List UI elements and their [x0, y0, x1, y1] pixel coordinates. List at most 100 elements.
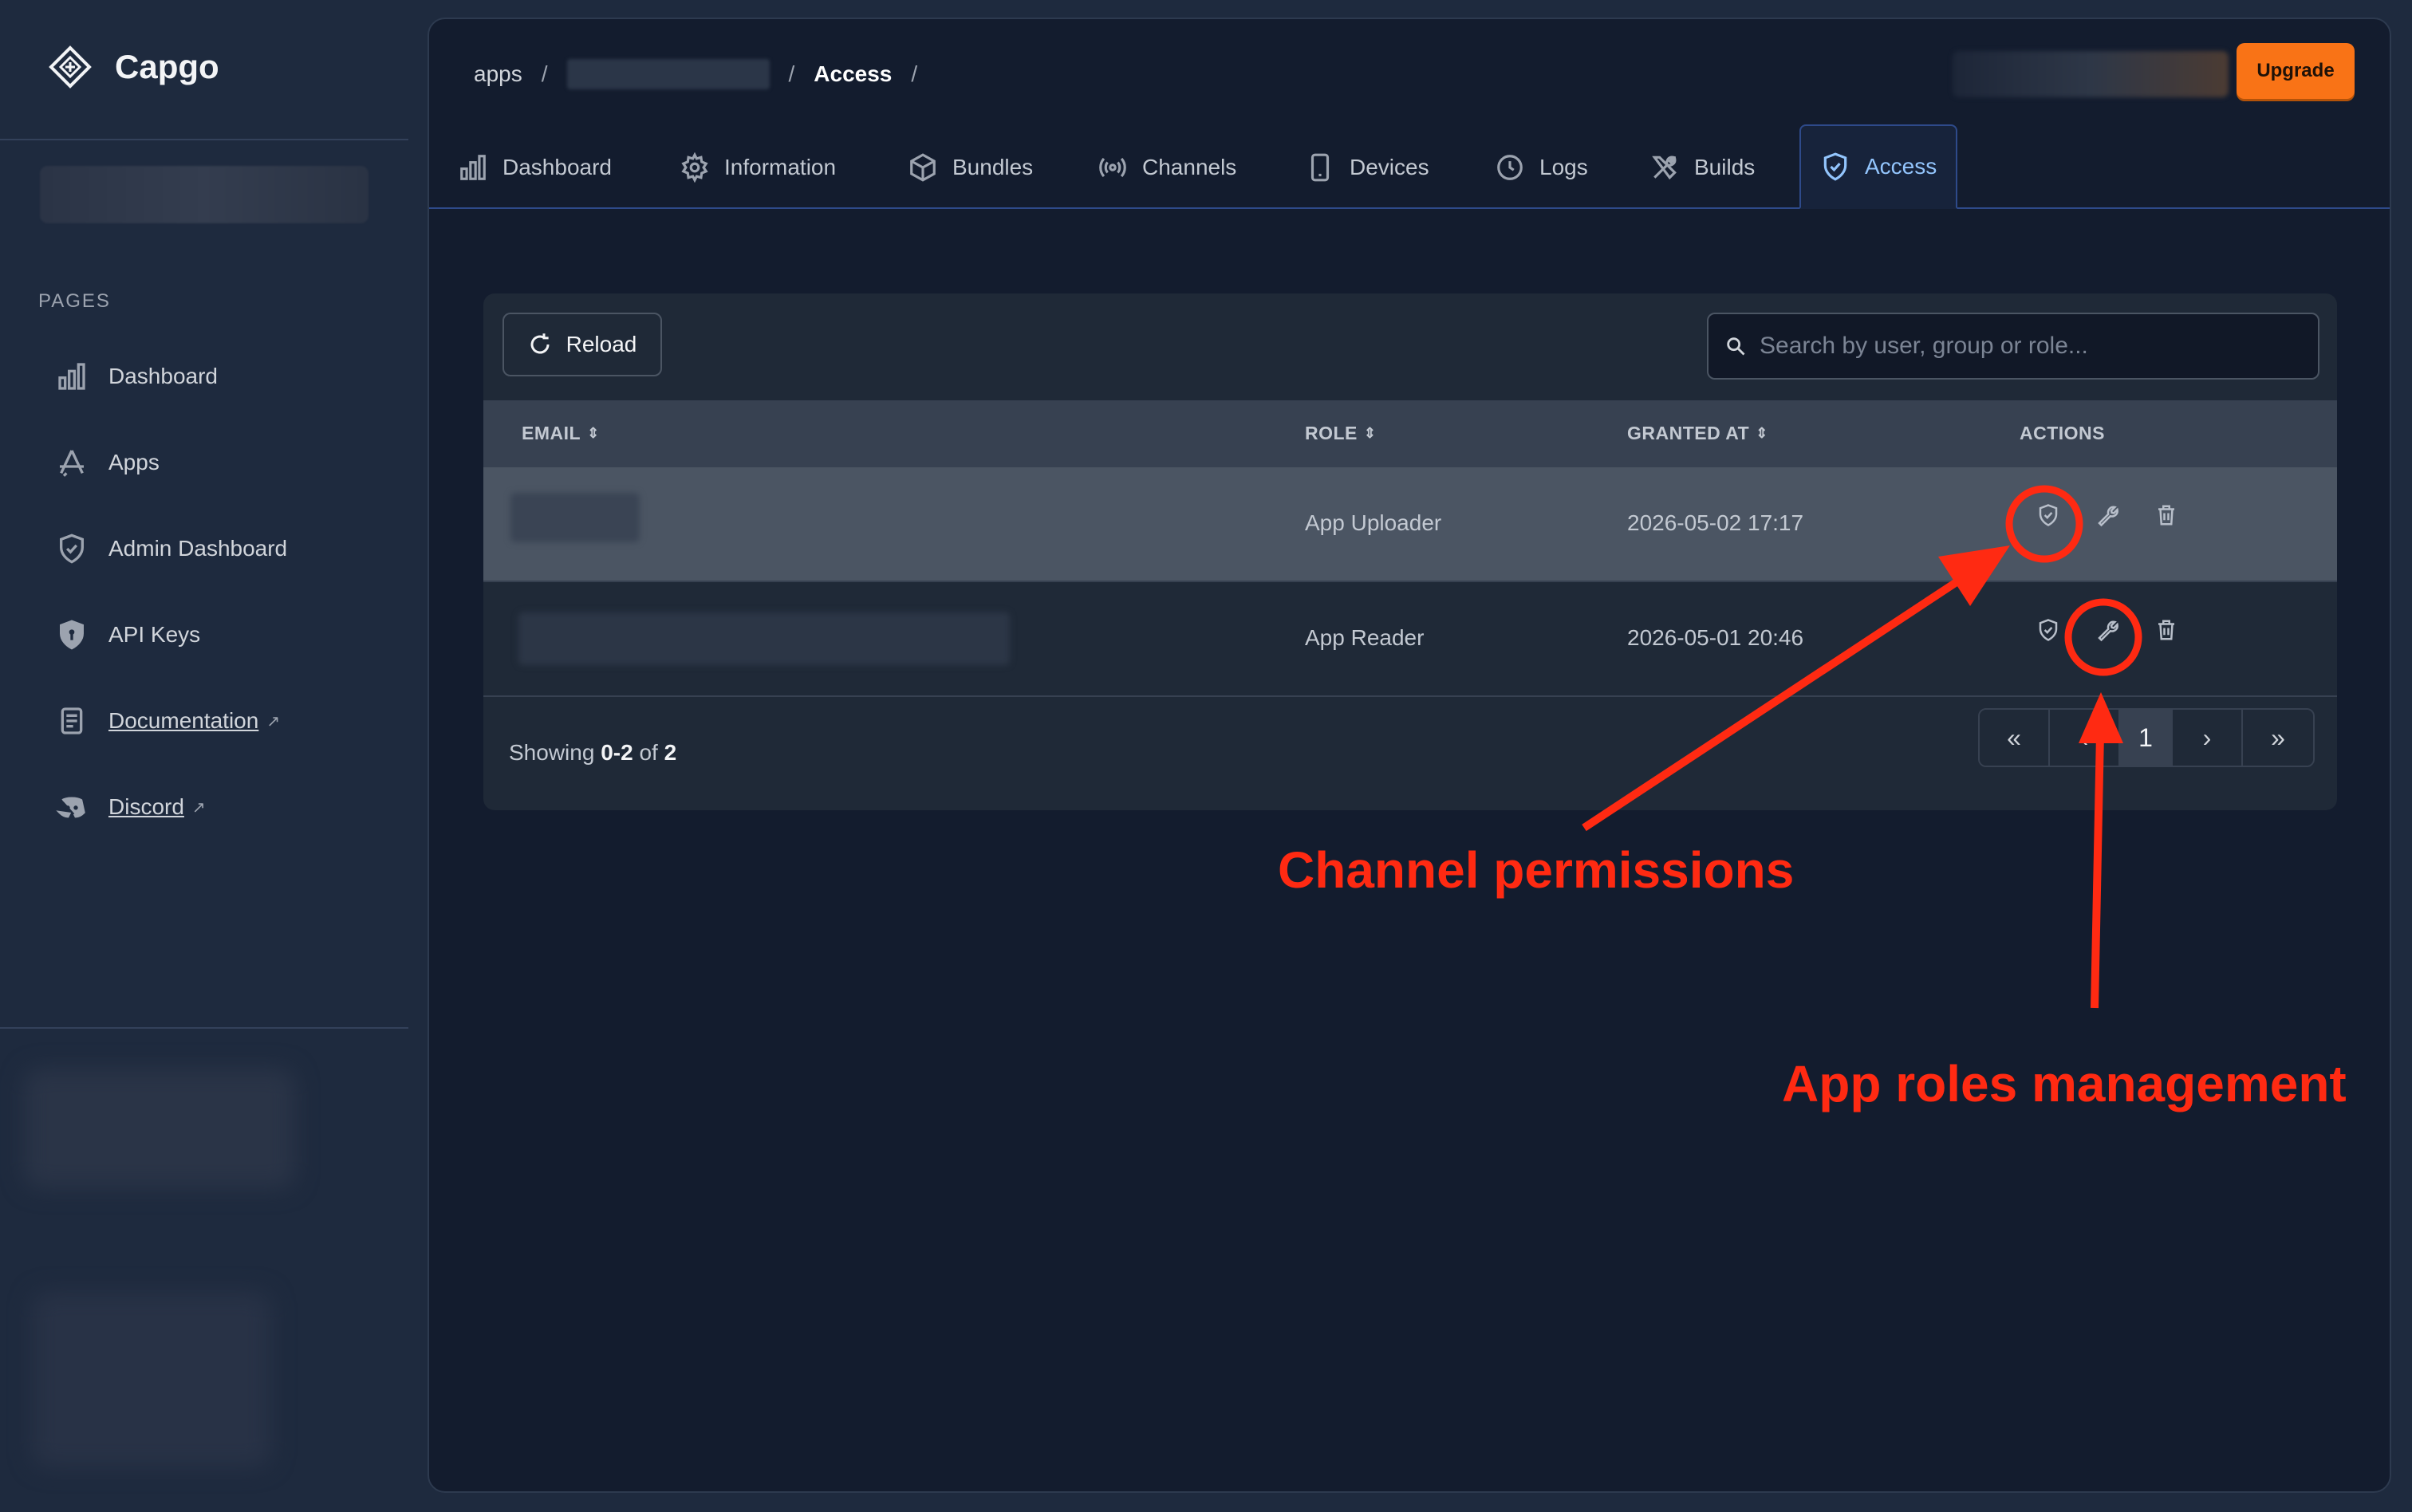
- column-header-role[interactable]: ROLE ⇕: [1305, 423, 1376, 444]
- delete-button[interactable]: [2150, 499, 2182, 531]
- bar-chart-icon: [460, 155, 486, 180]
- breadcrumb-separator: /: [911, 61, 918, 86]
- sidebar-item-label: Apps: [108, 450, 160, 474]
- column-header-actions: ACTIONS: [2020, 423, 2105, 443]
- box-icon: [910, 153, 936, 182]
- tab-information[interactable]: Information: [680, 126, 836, 209]
- breadcrumb-apps[interactable]: apps: [474, 61, 522, 87]
- search-box: [1707, 313, 2319, 380]
- sidebar-item-documentation[interactable]: Documentation ↗: [56, 705, 280, 737]
- table-row[interactable]: App Reader 2026-05-01 20:46: [483, 582, 2337, 697]
- shield-check-icon: [1823, 152, 1847, 181]
- tab-label: Builds: [1694, 155, 1756, 179]
- shield-check-icon: [2039, 504, 2058, 526]
- external-link-icon: ↗: [266, 712, 281, 730]
- tab-label: Channels: [1142, 155, 1237, 179]
- refresh-icon: [530, 333, 550, 354]
- tab-dashboard[interactable]: Dashboard: [458, 126, 612, 209]
- tab-access[interactable]: Access: [1799, 124, 1958, 209]
- access-table-card: Reload EMAIL⇕ ROLE⇕ GRANTED AT⇕ ACTIONS …: [483, 293, 2337, 810]
- tab-channels[interactable]: Channels: [1098, 126, 1236, 209]
- sidebar-divider: [0, 139, 408, 140]
- capgo-logo-icon: [49, 45, 92, 89]
- granted-at-cell: 2026-05-01 20:46: [1627, 625, 1804, 650]
- page-button-current[interactable]: 1: [2120, 710, 2173, 766]
- column-header-email[interactable]: EMAIL ⇕: [522, 423, 600, 444]
- tab-label: Information: [724, 155, 837, 179]
- sidebar-divider: [0, 1027, 408, 1029]
- brand-name: Capgo: [115, 48, 219, 85]
- search-input[interactable]: [1708, 314, 2318, 378]
- sort-icon: ⇕: [1756, 425, 1768, 441]
- organization-selector[interactable]: [40, 166, 368, 223]
- last-page-button[interactable]: »: [2243, 710, 2313, 766]
- breadcrumb-current: Access: [814, 61, 893, 86]
- tab-devices[interactable]: Devices: [1305, 126, 1429, 209]
- tab-label: Devices: [1350, 155, 1429, 179]
- breadcrumb: apps / / Access /: [474, 59, 917, 89]
- sidebar-item-label: Documentation: [108, 708, 259, 733]
- app-tabs: Dashboard Information Bundles Channels D…: [429, 124, 2390, 209]
- sidebar-item-label: API Keys: [108, 622, 201, 647]
- sidebar-item-dashboard[interactable]: Dashboard: [56, 360, 218, 392]
- clock-icon: [1497, 155, 1523, 180]
- trash-icon: [2158, 620, 2174, 640]
- sidebar: Capgo PAGES Dashboard Apps Admin Dashboa…: [0, 0, 408, 1512]
- user-profile[interactable]: [24, 1069, 295, 1188]
- reload-label: Reload: [566, 332, 637, 356]
- sidebar-item-label: Dashboard: [108, 364, 218, 388]
- account-info[interactable]: [1953, 51, 2229, 97]
- upgrade-button[interactable]: Upgrade: [2237, 43, 2355, 99]
- reload-button[interactable]: Reload: [503, 313, 662, 376]
- broadcast-icon: [1099, 157, 1126, 178]
- previous-page-button[interactable]: ‹: [2050, 710, 2120, 766]
- tab-logs[interactable]: Logs: [1495, 126, 1588, 209]
- shield-check-icon: [2039, 619, 2058, 641]
- granted-at-cell: 2026-05-02 17:17: [1627, 510, 1804, 535]
- shield-key-icon: [60, 620, 84, 650]
- tab-builds[interactable]: Builds: [1649, 126, 1755, 209]
- pagination: « ‹ 1 › »: [1978, 708, 2315, 767]
- discord-icon: [56, 797, 85, 818]
- edit-role-button[interactable]: [2091, 614, 2123, 646]
- role-cell: App Uploader: [1305, 510, 1442, 535]
- tab-bundles[interactable]: Bundles: [908, 126, 1033, 209]
- pagination-summary: Showing 0-2 of 2: [509, 740, 677, 765]
- trash-icon: [2158, 505, 2174, 526]
- sidebar-item-label: Admin Dashboard: [108, 536, 288, 561]
- delete-button[interactable]: [2150, 614, 2182, 646]
- annotation-channel-permissions: Channel permissions: [1278, 841, 1795, 899]
- annotation-app-roles: App roles management: [1782, 1055, 2347, 1112]
- edit-role-button[interactable]: [2091, 499, 2123, 531]
- email-cell: [518, 612, 1010, 665]
- tab-label: Logs: [1539, 155, 1588, 179]
- tab-label: Dashboard: [503, 155, 612, 179]
- sidebar-item-api-keys[interactable]: API Keys: [56, 619, 200, 651]
- sidebar-footer: [32, 1292, 271, 1467]
- sidebar-item-discord[interactable]: Discord ↗: [56, 791, 206, 823]
- brand[interactable]: Capgo: [48, 45, 219, 89]
- email-cell: [510, 493, 640, 542]
- role-cell: App Reader: [1305, 625, 1425, 650]
- next-page-button[interactable]: ›: [2173, 710, 2243, 766]
- gear-icon: [681, 152, 708, 183]
- breadcrumb-app-name[interactable]: [566, 59, 770, 89]
- breadcrumb-separator: /: [788, 61, 795, 86]
- sidebar-item-admin-dashboard[interactable]: Admin Dashboard: [56, 533, 287, 565]
- first-page-button[interactable]: «: [1980, 710, 2050, 766]
- external-link-icon: ↗: [191, 798, 206, 817]
- sort-icon: ⇕: [587, 425, 600, 441]
- channel-permissions-button[interactable]: [2032, 614, 2064, 646]
- sidebar-item-label: Discord: [108, 794, 184, 819]
- channel-permissions-button[interactable]: [2032, 499, 2064, 531]
- table-header: EMAIL ⇕ ROLE ⇕ GRANTED AT ⇕ ACTIONS: [483, 400, 2337, 467]
- column-header-granted-at[interactable]: GRANTED AT ⇕: [1627, 423, 1768, 444]
- phone-icon: [1310, 153, 1330, 182]
- tab-label: Access: [1865, 154, 1937, 179]
- bar-chart-icon: [58, 363, 85, 390]
- table-row[interactable]: App Uploader 2026-05-02 17:17: [483, 467, 2337, 582]
- sidebar-item-apps[interactable]: Apps: [56, 447, 160, 478]
- app-store-icon: [60, 450, 84, 477]
- main-panel: apps / / Access / Upgrade Dashboard Info…: [428, 18, 2391, 1493]
- search-icon: [1727, 337, 1745, 356]
